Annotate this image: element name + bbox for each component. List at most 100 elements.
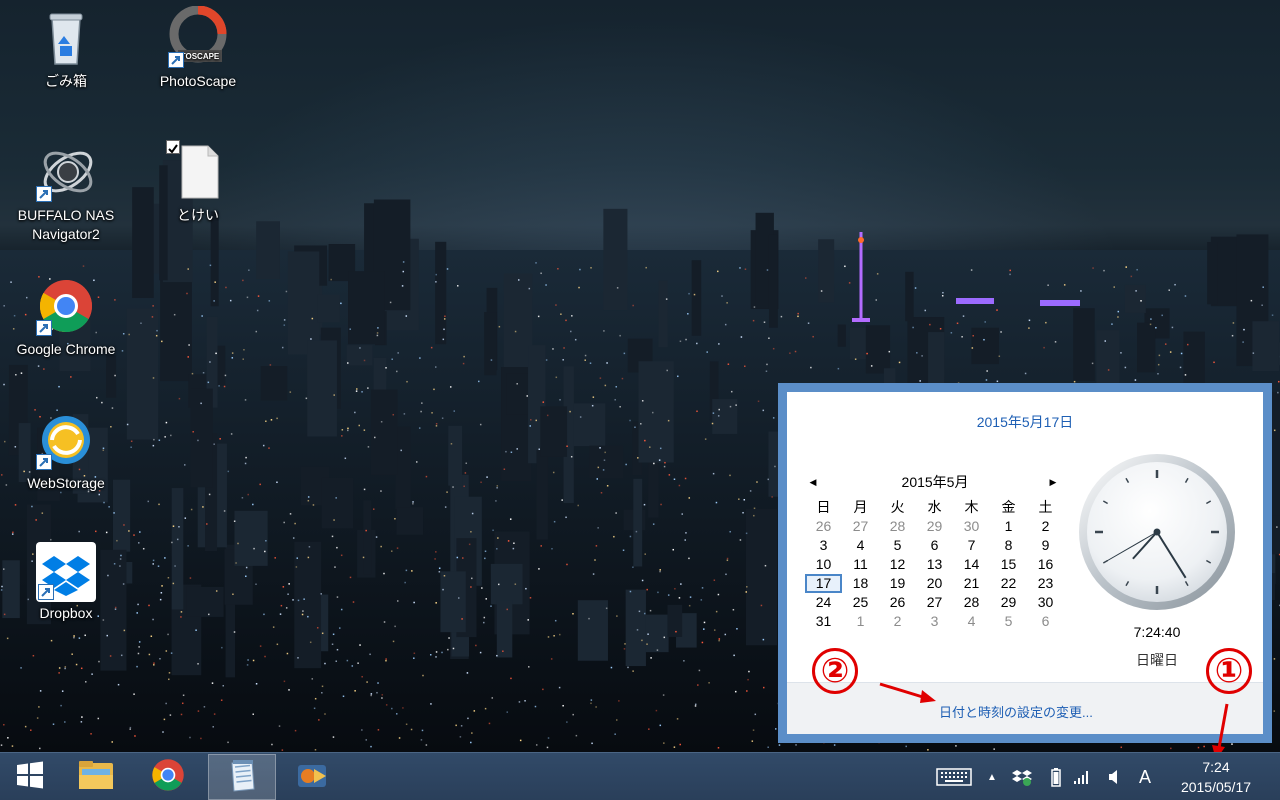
- chevron-up-icon[interactable]: ▲: [984, 765, 1000, 789]
- touch-keyboard-icon[interactable]: [934, 765, 974, 789]
- calendar: ◀ 2015年5月 ▶ 日月火水木金土 26 27 28 29 30 1 2 3 4 5 6 7 8 9 10…: [805, 472, 1065, 631]
- calendar-day-today[interactable]: 17: [805, 574, 842, 593]
- desktop-icon-label: Dropbox: [39, 605, 93, 621]
- analog-clock: [1077, 452, 1237, 612]
- calendar-day-adjacent-month[interactable]: 4: [953, 612, 990, 631]
- calendar-day[interactable]: 27: [916, 593, 953, 612]
- tray-date: 2015/05/17: [1180, 779, 1252, 795]
- calendar-day[interactable]: 23: [1027, 574, 1064, 593]
- calendar-day[interactable]: 22: [990, 574, 1027, 593]
- chrome-icon: [150, 757, 186, 798]
- calendar-day[interactable]: 13: [916, 555, 953, 574]
- digital-time: 7:24:40: [1133, 624, 1181, 640]
- calendar-header: ◀ 2015年5月 ▶: [805, 472, 1065, 492]
- full-date-link[interactable]: 2015年5月17日: [787, 412, 1263, 432]
- calendar-day[interactable]: 26: [879, 593, 916, 612]
- shortcut-arrow-icon: [36, 186, 52, 202]
- calendar-day[interactable]: 3: [805, 536, 842, 555]
- calendar-day-adjacent-month[interactable]: 27: [842, 517, 879, 536]
- calendar-day[interactable]: 25: [842, 593, 879, 612]
- shortcut-arrow-icon: [36, 454, 52, 470]
- desktop-icon-webstorage[interactable]: WebStorage: [11, 408, 121, 493]
- ime-mode-indicator[interactable]: A: [1134, 765, 1156, 789]
- annotation-marker-2: ②: [812, 648, 858, 694]
- desktop-icon-label: とけい: [177, 207, 219, 223]
- desktop-icon-label: WebStorage: [27, 475, 105, 491]
- date-time-flyout: 2015年5月17日 ◀ 2015年5月 ▶ 日月火水木金土 26 27 28 29 30…: [778, 383, 1272, 743]
- desktop-icon-label: BUFFALO NAS Navigator2: [17, 207, 115, 242]
- start-button[interactable]: [0, 754, 60, 800]
- media-taskbar-button[interactable]: [282, 754, 342, 800]
- calendar-day[interactable]: 2: [1027, 517, 1064, 536]
- calendar-day[interactable]: 21: [953, 574, 990, 593]
- calendar-day[interactable]: 6: [916, 536, 953, 555]
- desktop-icon-dropbox[interactable]: Dropbox: [11, 542, 121, 623]
- calendar-day-adjacent-month[interactable]: 5: [990, 612, 1027, 631]
- selection-checkbox[interactable]: [166, 140, 180, 154]
- recycle-bin-icon: [34, 6, 98, 70]
- desktop-icon-label: PhotoScape: [159, 73, 237, 89]
- shortcut-arrow-icon: [168, 52, 184, 68]
- desktop-icon-google-chrome[interactable]: Google Chrome: [11, 274, 121, 359]
- file-explorer-button[interactable]: [66, 754, 126, 800]
- calendar-day-adjacent-month[interactable]: 26: [805, 517, 842, 536]
- chrome-taskbar-button[interactable]: [138, 754, 198, 800]
- calendar-day[interactable]: 24: [805, 593, 842, 612]
- desktop-icon-photoscape[interactable]: TOSCAPE PhotoScape: [143, 5, 253, 91]
- calendar-day[interactable]: 7: [953, 536, 990, 555]
- calendar-day[interactable]: 9: [1027, 536, 1064, 555]
- calendar-day[interactable]: 28: [953, 593, 990, 612]
- desktop-icon-label: Google Chrome: [16, 341, 116, 357]
- media-app-icon: [294, 757, 330, 798]
- calendar-day[interactable]: 18: [842, 574, 879, 593]
- calendar-day-adjacent-month[interactable]: 29: [916, 517, 953, 536]
- calendar-day-adjacent-month[interactable]: 1: [842, 612, 879, 631]
- calendar-day[interactable]: 29: [990, 593, 1027, 612]
- desktop-icon-nas-navigator[interactable]: BUFFALO NAS Navigator2: [11, 140, 121, 244]
- calendar-day-adjacent-month[interactable]: 28: [879, 517, 916, 536]
- calendar-day[interactable]: 1: [990, 517, 1027, 536]
- desktop-icon-label: ごみ箱: [45, 73, 87, 89]
- calendar-day[interactable]: 16: [1027, 555, 1064, 574]
- network-signal-icon[interactable]: [1072, 765, 1092, 789]
- calendar-day[interactable]: 14: [953, 555, 990, 574]
- calendar-day[interactable]: 8: [990, 536, 1027, 555]
- dropbox-sync-icon[interactable]: [1010, 765, 1034, 789]
- calendar-day[interactable]: 11: [842, 555, 879, 574]
- calendar-day-adjacent-month[interactable]: 6: [1027, 612, 1064, 631]
- desktop-icon-tokei[interactable]: とけい: [143, 140, 253, 225]
- calendar-weekday-header: 日: [816, 499, 831, 515]
- triangle-left-icon[interactable]: ◀: [805, 472, 821, 492]
- photoscape-icon: TOSCAPE: [166, 5, 230, 70]
- tray-clock[interactable]: 7:24 2015/05/17: [1160, 757, 1272, 797]
- photoscape-logo-text: TOSCAPE: [181, 52, 220, 61]
- chrome-icon: [34, 274, 98, 338]
- calendar-day[interactable]: 31: [805, 612, 842, 631]
- battery-icon[interactable]: [1046, 765, 1066, 789]
- change-date-time-settings-link[interactable]: 日付と時刻の設定の変更...: [939, 702, 1093, 721]
- calendar-weekday-header: 金: [1001, 499, 1016, 515]
- calendar-day[interactable]: 5: [879, 536, 916, 555]
- calendar-day-adjacent-month[interactable]: 30: [953, 517, 990, 536]
- calendar-day[interactable]: 15: [990, 555, 1027, 574]
- annotation-marker-1: ①: [1206, 648, 1252, 694]
- calendar-day-adjacent-month[interactable]: 2: [879, 612, 916, 631]
- triangle-right-icon[interactable]: ▶: [1045, 472, 1061, 492]
- taskbar: ▲ A 7:24 2015/05/17: [0, 752, 1280, 800]
- notepad-taskbar-button[interactable]: [208, 754, 276, 800]
- calendar-weekday-header: 木: [964, 499, 979, 515]
- calendar-day[interactable]: 20: [916, 574, 953, 593]
- webstorage-icon: [34, 408, 98, 472]
- calendar-weekday-header: 火: [890, 499, 905, 515]
- calendar-day[interactable]: 19: [879, 574, 916, 593]
- calendar-day[interactable]: 30: [1027, 593, 1064, 612]
- calendar-day[interactable]: 12: [879, 555, 916, 574]
- speaker-icon[interactable]: [1104, 765, 1124, 789]
- folder-icon: [76, 757, 116, 798]
- nas-navigator-icon: [34, 140, 98, 204]
- calendar-day[interactable]: 10: [805, 555, 842, 574]
- calendar-day-adjacent-month[interactable]: 3: [916, 612, 953, 631]
- calendar-day[interactable]: 4: [842, 536, 879, 555]
- calendar-month-label[interactable]: 2015年5月: [902, 474, 969, 490]
- desktop-icon-recycle-bin[interactable]: ごみ箱: [11, 6, 121, 91]
